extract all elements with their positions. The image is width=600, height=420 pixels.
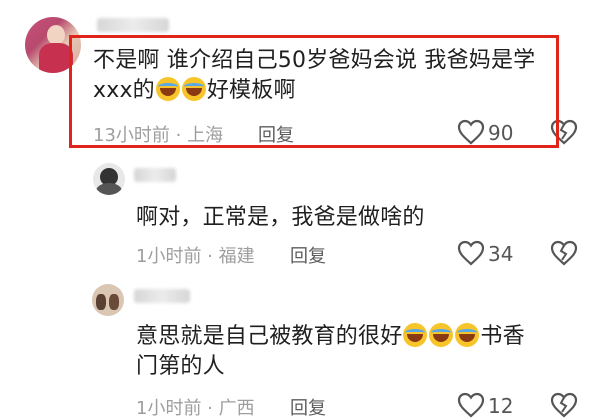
reply-button[interactable]: 回复 <box>290 242 326 268</box>
username-blurred[interactable] <box>97 18 169 32</box>
comment-text-line1-prefix: 意思就是自己被教育的很好 <box>136 324 403 349</box>
comment-meta: 1小时前 · 广西 <box>136 398 255 419</box>
comment-text: 啊对，正常是，我爸是做啥的 <box>136 205 425 230</box>
broken-heart-icon[interactable] <box>550 240 578 266</box>
laughing-crying-emoji <box>429 323 454 347</box>
comment-meta: 1小时前 · 福建 <box>136 246 255 267</box>
broken-heart-icon[interactable] <box>550 392 578 418</box>
username-blurred[interactable] <box>134 168 176 182</box>
laughing-crying-emoji <box>403 323 428 347</box>
reply-button[interactable]: 回复 <box>290 394 326 420</box>
like-count: 12 <box>488 394 514 418</box>
avatar[interactable] <box>93 163 125 195</box>
avatar[interactable] <box>92 284 124 316</box>
laughing-crying-emoji <box>455 323 480 347</box>
highlight-box <box>69 35 559 148</box>
heart-outline-icon[interactable] <box>457 392 485 418</box>
username-blurred[interactable] <box>134 289 190 303</box>
comment-text-line2: 门第的人 <box>136 354 225 379</box>
comment-text-line1-suffix: 书香 <box>480 324 525 349</box>
heart-outline-icon[interactable] <box>457 240 485 266</box>
like-count: 34 <box>488 242 514 266</box>
comment-text: 意思就是自己被教育的很好 书香 门第的人 <box>136 322 576 382</box>
